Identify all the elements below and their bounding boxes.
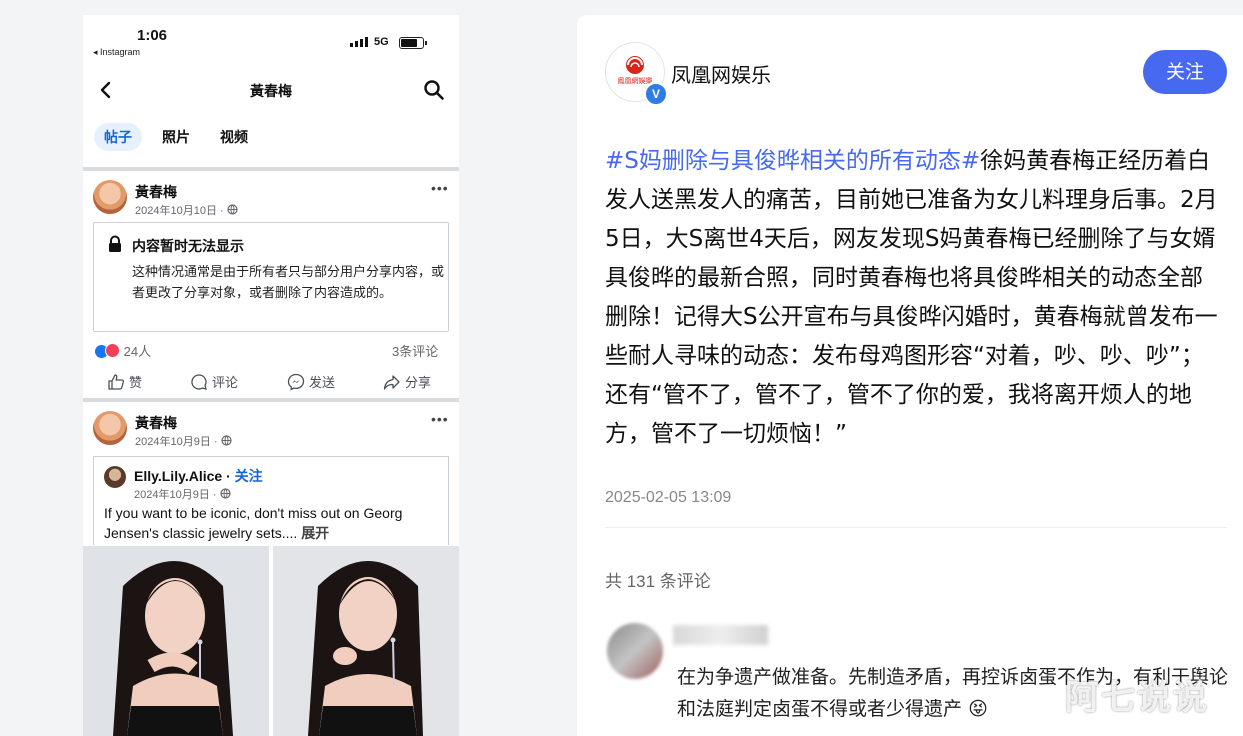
expand-link[interactable]: 展开 (301, 525, 329, 541)
thumbs-up-icon (108, 374, 125, 390)
publish-time: 2025-02-05 13:09 (605, 489, 732, 506)
phone-screenshot: 1:06 ◂ Instagram 5G 黃春梅 帖子 照片 视频 黃春梅 202… (83, 15, 459, 736)
hashtag-link[interactable]: #S妈删除与具俊晔相关的所有动态# (605, 148, 980, 174)
page-title: 黃春梅 (250, 83, 292, 99)
comment-count: 共 131 条评论 (605, 572, 711, 591)
globe-icon (220, 488, 231, 499)
logo-caption: 鳳凰網娛樂 (618, 76, 653, 85)
signal-icon (350, 37, 368, 47)
lock-icon (109, 235, 121, 252)
status-time: 1:06 (137, 27, 168, 44)
tab-posts[interactable]: 帖子 (94, 123, 142, 151)
globe-icon (221, 435, 232, 446)
commenter-avatar[interactable] (607, 623, 663, 679)
tab-photos[interactable]: 照片 (162, 123, 190, 151)
follow-link[interactable]: 关注 (235, 468, 263, 484)
like-button[interactable]: 赞 (107, 372, 142, 391)
notice-title: 内容暂时无法显示 (132, 238, 244, 254)
emoji: 😝 (968, 698, 988, 720)
article-panel: 鳳凰網娛樂 V 凤凰网娱乐 关注 #S妈删除与具俊晔相关的所有动态#徐妈黄春梅正… (577, 15, 1243, 736)
reaction-count[interactable]: 24人 (95, 341, 151, 360)
shared-date: 2024年10月9日 · (134, 486, 231, 502)
share-icon (383, 375, 400, 390)
post-divider (83, 398, 459, 402)
more-options-icon[interactable]: ••• (431, 411, 449, 427)
comment-button[interactable]: 评论 (190, 372, 238, 391)
verified-badge-icon: V (644, 82, 668, 106)
send-button[interactable]: 发送 (287, 372, 335, 391)
section-divider (83, 167, 459, 171)
avatar[interactable] (93, 180, 127, 214)
watermark: 阿七说说 (1065, 679, 1209, 717)
post-date: 2024年10月9日 · (135, 433, 232, 449)
comment-icon (191, 374, 207, 390)
battery-icon (399, 37, 427, 49)
avatar[interactable] (93, 411, 127, 445)
search-icon[interactable] (423, 79, 445, 101)
network-label: 5G (374, 36, 389, 48)
more-options-icon[interactable]: ••• (431, 180, 449, 196)
globe-icon (227, 204, 238, 215)
shared-post[interactable]: Elly.Lily.Alice · 关注 2024年10月9日 · If you… (93, 456, 449, 545)
divider (605, 527, 1227, 528)
shared-text: If you want to be iconic, don't miss out… (104, 505, 403, 541)
comment-count[interactable]: 3条评论 (392, 341, 438, 360)
author-name[interactable]: 凤凰网娱乐 (671, 59, 771, 88)
portrait-image (83, 546, 269, 736)
status-back-app[interactable]: ◂ Instagram (93, 47, 140, 58)
avatar[interactable] (104, 466, 126, 488)
post-date: 2024年10月10日 · (135, 202, 238, 218)
notice-body: 这种情况通常是由于所有者只与部分用户分享内容，或者更改了分享对象，或者删除了内容… (132, 264, 445, 300)
post-author[interactable]: 黃春梅 (135, 413, 177, 433)
follow-button[interactable]: 关注 (1143, 50, 1227, 94)
content-unavailable-notice: 内容暂时无法显示 这种情况通常是由于所有者只与部分用户分享内容，或者更改了分享对… (93, 222, 449, 332)
post-photo[interactable] (273, 546, 459, 736)
share-button[interactable]: 分享 (383, 372, 431, 391)
shared-author[interactable]: Elly.Lily.Alice · 关注 (134, 466, 263, 486)
post-photo[interactable] (83, 546, 269, 736)
tab-videos[interactable]: 视频 (220, 123, 248, 151)
messenger-icon (287, 373, 305, 391)
portrait-image (273, 546, 459, 736)
article-body: #S妈删除与具俊晔相关的所有动态#徐妈黄春梅正经历着白发人送黑发人的痛苦，目前她… (605, 148, 1218, 447)
post-author[interactable]: 黃春梅 (135, 182, 177, 202)
love-reaction-icon (105, 343, 120, 358)
commenter-name-blurred[interactable] (673, 625, 768, 645)
